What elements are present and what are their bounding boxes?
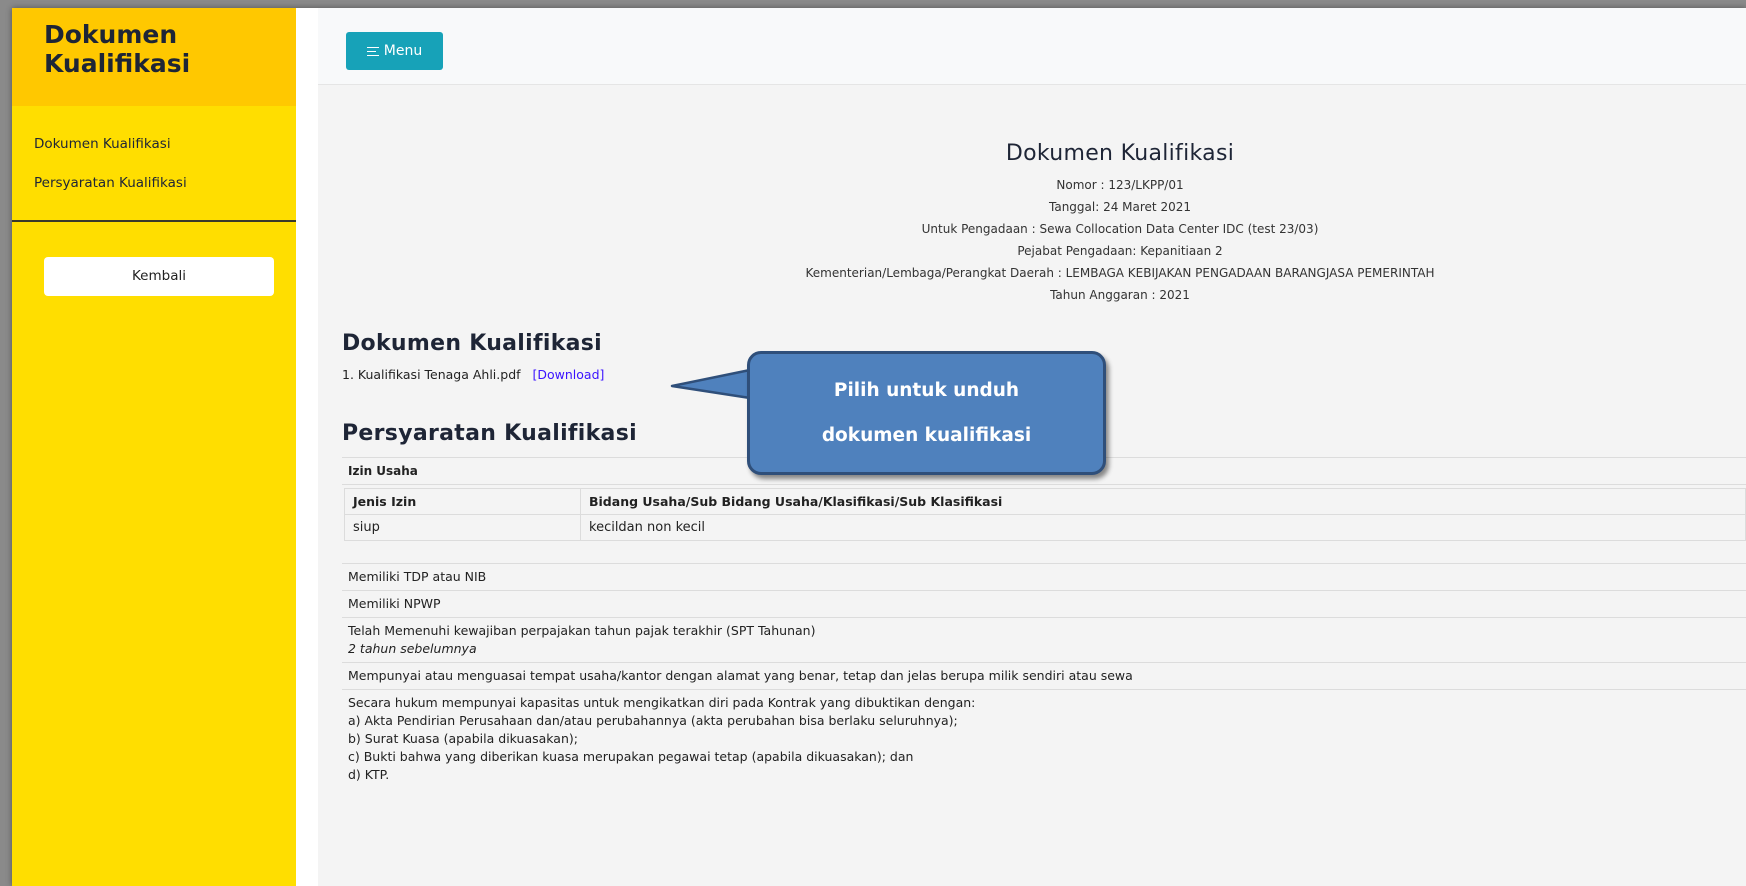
callout-line-1: Pilih untuk unduh: [833, 380, 1020, 401]
list-item: Telah Memenuhi kewajiban perpajakan tahu…: [342, 617, 1746, 662]
top-bar: Menu: [318, 8, 1746, 85]
menu-label: Menu: [383, 43, 423, 59]
sidebar-nav: Dokumen Kualifikasi Persyaratan Kualifik…: [12, 106, 296, 214]
app-window: Dokumen Kualifikasi Dokumen Kualifikasi …: [12, 8, 1746, 886]
requirement-subitem: d) KTP.: [348, 767, 390, 782]
list-item: Mempunyai atau menguasai tempat usaha/ka…: [342, 662, 1746, 689]
main-content: Dokumen Kualifikasi Nomor : 123/LKPP/01 …: [318, 85, 1746, 886]
download-link[interactable]: [Download]: [533, 367, 605, 382]
requirement-text: Telah Memenuhi kewajiban perpajakan tahu…: [348, 623, 816, 638]
file-name: 1. Kualifikasi Tenaga Ahli.pdf: [342, 367, 521, 382]
callout-line-2: dokumen kualifikasi: [821, 425, 1032, 446]
sidebar-item-persyaratan-kualifikasi[interactable]: Persyaratan Kualifikasi: [12, 175, 296, 214]
doc-pengadaan: Untuk Pengadaan : Sewa Collocation Data …: [921, 222, 1319, 236]
requirements-list: Memiliki TDP atau NIB Memiliki NPWP Tela…: [342, 563, 1746, 788]
table-header-row: Jenis Izin Bidang Usaha/Sub Bidang Usaha…: [344, 488, 1746, 515]
izin-table: Jenis Izin Bidang Usaha/Sub Bidang Usaha…: [344, 488, 1746, 541]
requirement-subitem: b) Surat Kuasa (apabila dikuasakan);: [348, 731, 578, 746]
table-row: siup kecildan non kecil: [344, 514, 1746, 541]
menu-button[interactable]: Menu: [346, 32, 443, 70]
requirement-note: 2 tahun sebelumnya: [348, 641, 477, 656]
document-header: Dokumen Kualifikasi Nomor : 123/LKPP/01 …: [318, 141, 1746, 306]
persyaratan-section-title: Persyaratan Kualifikasi: [342, 421, 637, 446]
file-row: 1. Kualifikasi Tenaga Ahli.pdf [Download…: [342, 367, 604, 382]
table-cell: kecildan non kecil: [580, 514, 1746, 541]
doc-tanggal: Tanggal: 24 Maret 2021: [1049, 200, 1191, 214]
doc-pejabat: Pejabat Pengadaan: Kepanitiaan 2: [1017, 244, 1223, 258]
list-item: Memiliki NPWP: [342, 590, 1746, 617]
requirement-subitem: c) Bukti bahwa yang diberikan kuasa meru…: [348, 749, 914, 764]
page-title: Dokumen Kualifikasi: [1005, 141, 1235, 166]
requirement-text: Secara hukum mempunyai kapasitas untuk m…: [348, 695, 976, 710]
column-header: Jenis Izin: [344, 488, 581, 515]
dokumen-section-title: Dokumen Kualifikasi: [342, 331, 603, 356]
doc-kementerian: Kementerian/Lembaga/Perangkat Daerah : L…: [805, 266, 1435, 280]
brand-title: Dokumen Kualifikasi: [44, 20, 191, 78]
hamburger-icon: [366, 46, 379, 56]
sidebar-item-dokumen-kualifikasi[interactable]: Dokumen Kualifikasi: [12, 136, 296, 175]
column-header: Bidang Usaha/Sub Bidang Usaha/Klasifikas…: [580, 488, 1746, 515]
doc-tahun: Tahun Anggaran : 2021: [1050, 288, 1190, 302]
requirement-subitem: a) Akta Pendirian Perusahaan dan/atau pe…: [348, 713, 958, 728]
list-item: Secara hukum mempunyai kapasitas untuk m…: [342, 689, 1746, 788]
callout-tooltip: Pilih untuk unduh dokumen kualifikasi: [747, 351, 1106, 475]
back-button[interactable]: Kembali: [44, 257, 274, 296]
sidebar-divider: [12, 220, 296, 222]
callout-arrow-icon: [670, 368, 752, 400]
sidebar-header: Dokumen Kualifikasi: [12, 8, 296, 106]
list-item: Memiliki TDP atau NIB: [342, 563, 1746, 590]
sidebar: Dokumen Kualifikasi Dokumen Kualifikasi …: [12, 8, 296, 886]
doc-nomor: Nomor : 123/LKPP/01: [1056, 178, 1184, 192]
table-cell: siup: [344, 514, 581, 541]
